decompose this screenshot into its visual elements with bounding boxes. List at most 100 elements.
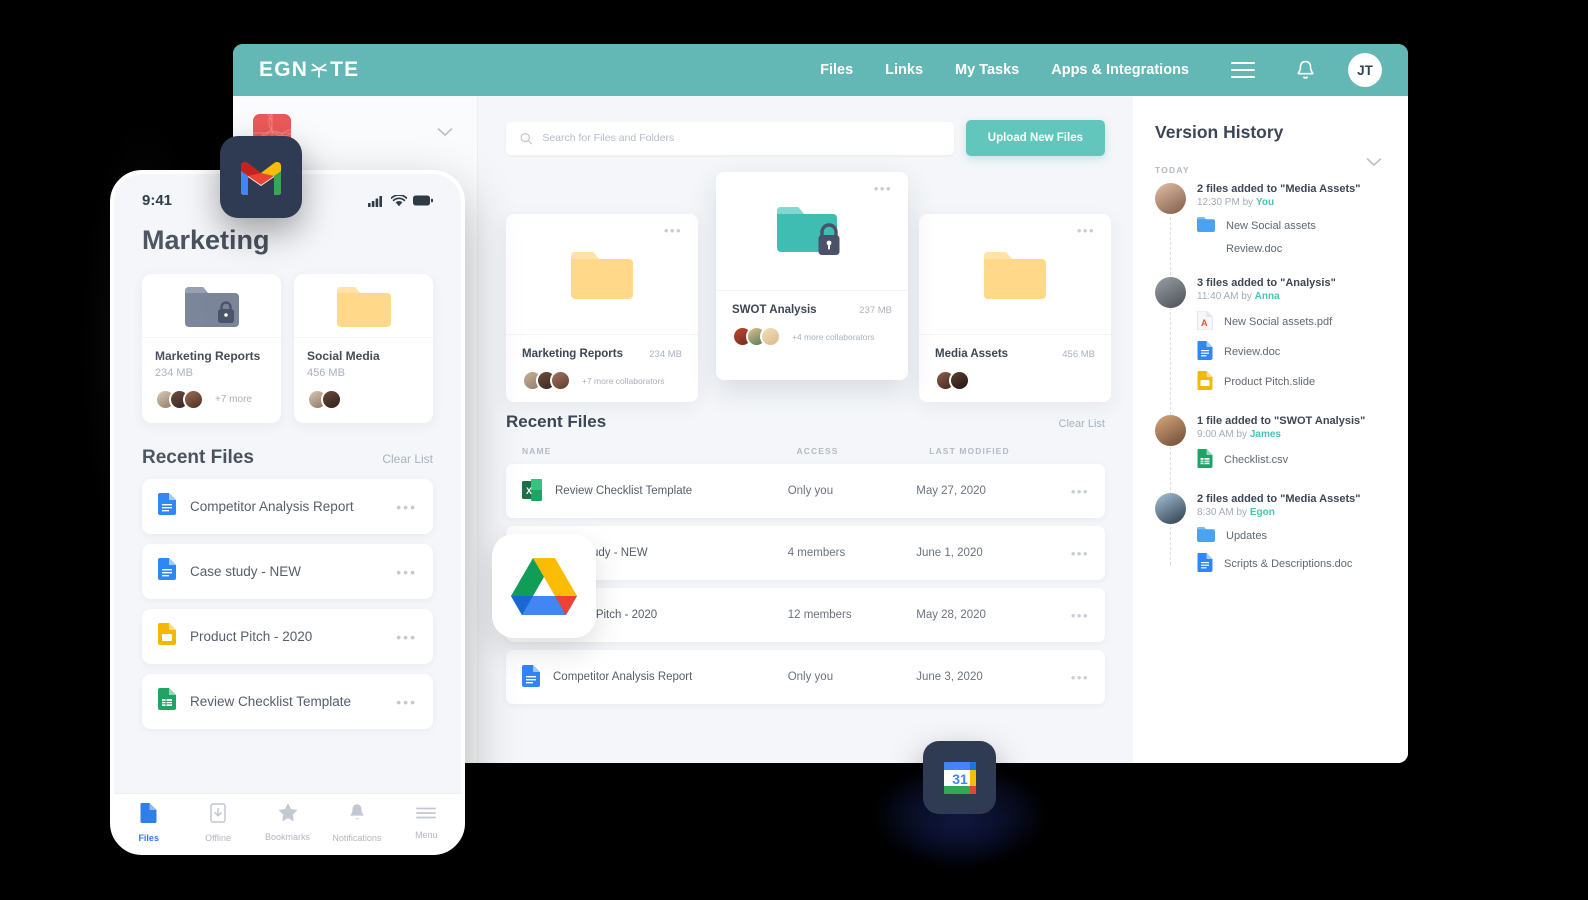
entry-user: James bbox=[1249, 429, 1281, 440]
main-content: Upload New Files ••• bbox=[478, 96, 1133, 763]
entry-meta: 12:30 PM by You bbox=[1197, 197, 1275, 208]
file-last-modified: June 1, 2020 bbox=[916, 547, 983, 559]
entry-headline: 3 files added to "Analysis" bbox=[1197, 277, 1336, 289]
entry-file[interactable]: A New Social assets.pdf bbox=[1197, 310, 1336, 333]
version-history-entry[interactable]: 2 files added to "Media Assets" 8:30 AM … bbox=[1155, 493, 1386, 583]
wifi-icon bbox=[391, 194, 407, 206]
tab-label: Menu bbox=[415, 829, 438, 840]
table-row[interactable]: Competitor Analysis Report Only you June… bbox=[506, 650, 1105, 704]
clear-list-button[interactable]: Clear List bbox=[1059, 418, 1105, 430]
mobile-folder-card-social-media[interactable]: Social Media 456 MB bbox=[294, 274, 433, 423]
tab-menu[interactable]: Menu bbox=[392, 806, 461, 840]
egnyte-star-icon bbox=[309, 60, 329, 80]
entry-headline: 1 file added to "SWOT Analysis" bbox=[1197, 415, 1366, 427]
folder-size: 234 MB bbox=[649, 349, 682, 360]
nav-item-apps-integrations[interactable]: Apps & Integrations bbox=[1051, 62, 1189, 78]
entry-file[interactable]: New Social assets bbox=[1197, 217, 1360, 235]
row-menu-icon[interactable]: ••• bbox=[1071, 484, 1089, 499]
gsheet-file-icon bbox=[158, 688, 176, 715]
list-item-menu-icon[interactable]: ••• bbox=[396, 629, 417, 645]
version-history-entry[interactable]: 3 files added to "Analysis" 11:40 AM by … bbox=[1155, 277, 1386, 401]
version-history-panel: Version History TODAY 2 files added to "… bbox=[1133, 96, 1408, 763]
file-name: Product Pitch.slide bbox=[1224, 376, 1316, 388]
folder-card-swot-analysis[interactable]: ••• SWOT Analysis 237 MB +4 more collabo… bbox=[716, 172, 908, 380]
entry-meta: 9:00 AM by James bbox=[1197, 429, 1281, 440]
notifications-bell-icon[interactable] bbox=[1295, 59, 1316, 81]
file-name: New Social assets.pdf bbox=[1224, 316, 1333, 328]
entry-file[interactable]: Checklist.csv bbox=[1197, 449, 1365, 471]
list-item-menu-icon[interactable]: ••• bbox=[396, 694, 417, 710]
entry-user: Anna bbox=[1254, 291, 1280, 302]
folder-blue-icon bbox=[1197, 217, 1215, 235]
hamburger-icon bbox=[416, 806, 437, 825]
file-access: 4 members bbox=[787, 547, 846, 559]
list-item[interactable]: Product Pitch - 2020 ••• bbox=[142, 609, 433, 664]
folder-card-menu-icon[interactable]: ••• bbox=[664, 224, 682, 237]
nav-item-my-tasks[interactable]: My Tasks bbox=[955, 62, 1019, 78]
file-access: Only you bbox=[787, 485, 834, 497]
file-name: Review.doc bbox=[1224, 346, 1281, 358]
table-row[interactable]: X Review Checklist Template Only you May… bbox=[506, 464, 1105, 518]
tab-bookmarks[interactable]: Bookmarks bbox=[253, 803, 322, 842]
egnyte-logo[interactable]: EGN TE bbox=[259, 58, 359, 82]
list-item[interactable]: Review Checklist Template ••• bbox=[142, 674, 433, 729]
gsheet-file-icon bbox=[1197, 449, 1213, 471]
tab-offline[interactable]: Offline bbox=[183, 802, 252, 843]
mobile-clear-list-button[interactable]: Clear List bbox=[382, 452, 433, 466]
version-history-entry[interactable]: 1 file added to "SWOT Analysis" 9:00 AM … bbox=[1155, 415, 1386, 479]
gslides-file-icon bbox=[1197, 371, 1213, 393]
gdoc-file-icon bbox=[1197, 341, 1213, 363]
folder-size: 456 MB bbox=[307, 367, 345, 379]
avatar bbox=[1155, 277, 1186, 308]
row-menu-icon[interactable]: ••• bbox=[1071, 608, 1089, 623]
search-icon bbox=[520, 132, 533, 144]
sidebar-collapse-chevron-icon[interactable] bbox=[437, 124, 453, 142]
screenshot-stage: EGN TE Files Links My Tasks Apps & Integ… bbox=[0, 0, 1588, 900]
entry-file-list: Updates Scripts & Descriptions.doc bbox=[1197, 527, 1360, 575]
tab-notifications[interactable]: Notifications bbox=[322, 803, 391, 843]
folder-card-meta: Media Assets 456 MB bbox=[919, 334, 1111, 391]
folder-name: Social Media bbox=[307, 349, 380, 363]
folder-card-media-assets[interactable]: ••• Media Assets 456 MB bbox=[919, 214, 1111, 402]
search-box[interactable] bbox=[506, 121, 954, 155]
file-name: Review.doc bbox=[1226, 243, 1283, 255]
cellular-signal-icon bbox=[368, 195, 382, 207]
version-history-entry[interactable]: 2 files added to "Media Assets" 12:30 PM… bbox=[1155, 183, 1386, 263]
folder-card-marketing-reports[interactable]: ••• Marketing Reports 234 MB +7 more col… bbox=[506, 214, 698, 402]
entry-file[interactable]: Product Pitch.slide bbox=[1197, 371, 1336, 393]
row-menu-icon[interactable]: ••• bbox=[1071, 670, 1089, 685]
collaborator-count: +4 more collaborators bbox=[792, 331, 875, 342]
list-item-menu-icon[interactable]: ••• bbox=[396, 499, 417, 515]
tab-files[interactable]: Files bbox=[114, 802, 183, 843]
nav-item-links[interactable]: Links bbox=[885, 62, 923, 78]
hamburger-menu-icon[interactable] bbox=[1231, 62, 1255, 78]
svg-text:X: X bbox=[526, 486, 532, 496]
gmail-icon[interactable] bbox=[220, 136, 302, 218]
folder-card-menu-icon[interactable]: ••• bbox=[1077, 224, 1095, 237]
entry-file[interactable]: Scripts & Descriptions.doc bbox=[1197, 553, 1360, 575]
tab-label: Notifications bbox=[332, 832, 382, 843]
row-menu-icon[interactable]: ••• bbox=[1071, 546, 1089, 561]
folder-yellow-icon bbox=[294, 274, 433, 338]
google-calendar-icon[interactable]: 31 bbox=[923, 741, 996, 814]
file-icon bbox=[140, 802, 157, 828]
version-history-collapse-chevron-icon[interactable] bbox=[1366, 154, 1382, 172]
version-history-section-label: TODAY bbox=[1155, 165, 1190, 175]
search-input[interactable] bbox=[542, 132, 940, 144]
file-access: 12 members bbox=[787, 609, 852, 621]
entry-file[interactable]: Review.doc bbox=[1197, 243, 1360, 255]
mobile-tab-bar: Files Offline Bookmarks Notifications Me… bbox=[114, 793, 461, 851]
file-name: Scripts & Descriptions.doc bbox=[1224, 558, 1353, 570]
google-drive-icon[interactable] bbox=[492, 534, 596, 638]
entry-file[interactable]: Review.doc bbox=[1197, 341, 1336, 363]
entry-file-list: New Social assets Review.doc bbox=[1197, 217, 1360, 255]
folder-size: 237 MB bbox=[859, 305, 892, 316]
entry-headline: 2 files added to "Media Assets" bbox=[1197, 493, 1361, 505]
folder-card-menu-icon[interactable]: ••• bbox=[874, 182, 892, 195]
nav-item-files[interactable]: Files bbox=[820, 62, 853, 78]
folder-name: Marketing Reports bbox=[522, 348, 623, 360]
user-avatar[interactable]: JT bbox=[1348, 53, 1382, 87]
upload-new-files-button[interactable]: Upload New Files bbox=[965, 120, 1105, 156]
list-item-menu-icon[interactable]: ••• bbox=[396, 564, 417, 580]
entry-file[interactable]: Updates bbox=[1197, 527, 1360, 545]
